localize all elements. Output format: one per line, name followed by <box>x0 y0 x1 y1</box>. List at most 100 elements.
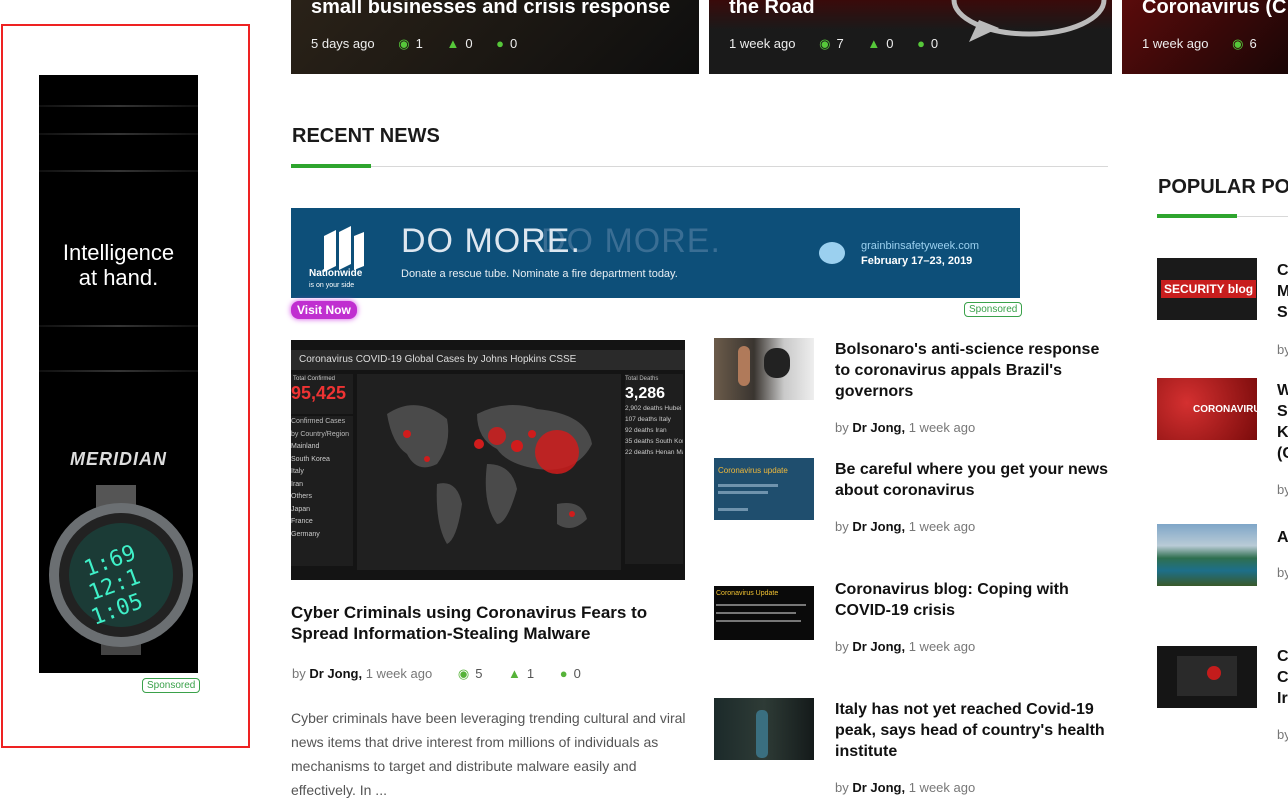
eye-icon: ◉ <box>819 36 831 51</box>
ad-dates: February 17–23, 2019 <box>861 255 973 267</box>
total-deaths-panel: Total Deaths 3,286 2,902 deaths Hubei Ma… <box>625 374 683 564</box>
sponsored-badge: Sponsored <box>142 678 201 693</box>
article-thumbnail[interactable] <box>714 338 814 400</box>
country-row: South Korea <box>291 455 330 463</box>
thumbnail-line <box>718 508 748 511</box>
section-divider <box>291 166 1108 167</box>
views-count: 7 <box>836 36 844 51</box>
author-link[interactable]: Dr Jong, <box>309 666 362 681</box>
top-card-title[interactable]: small businesses and crisis response <box>311 0 670 19</box>
article-title[interactable]: Cyber Criminals using Coronavirus Fears … <box>291 602 691 644</box>
ad-headline-line: at hand. <box>78 265 159 290</box>
author-link[interactable]: Dr Jong, <box>852 780 905 795</box>
total-confirmed-value: 95,425 <box>291 383 347 403</box>
top-card[interactable]: small businesses and crisis response 5 d… <box>291 0 699 74</box>
death-row: 92 deaths Iran <box>625 427 667 434</box>
country-list: Confirmed Cases by Country/Region Mainla… <box>291 416 353 566</box>
top-card-meta: 1 week ago ◉ 6 <box>1142 36 1257 52</box>
thumbnail-caption: SECURITY blog <box>1161 280 1257 298</box>
thumbnail-map-dot <box>1207 666 1221 680</box>
article-byline: by Dr Jong, 1 week ago <box>835 639 975 654</box>
ad-decor <box>39 370 198 372</box>
country-row: Others <box>291 493 313 500</box>
article-title[interactable]: Be careful where you get your news about… <box>835 459 1110 501</box>
article-time: 1 week ago <box>908 639 976 654</box>
ad-headline: Intelligence at hand. <box>39 240 198 290</box>
top-card[interactable]: the Road 1 week ago ◉ 7 ▲ 0 ● 0 <box>709 0 1112 74</box>
section-accent <box>1157 214 1237 218</box>
popular-title[interactable]: C C Ir <box>1277 646 1288 709</box>
ad-url[interactable]: grainbinsafetyweek.com <box>861 240 979 252</box>
article-title[interactable]: Coronavirus blog: Coping with COVID-19 c… <box>835 579 1110 621</box>
popular-thumbnail[interactable] <box>1157 646 1257 708</box>
likes-count: 1 <box>526 666 535 681</box>
ad-subline: Donate a rescue tube. Nominate a fire de… <box>401 268 678 280</box>
byline-prefix: by <box>835 780 849 795</box>
ad-brand-tagline: is on your side <box>309 282 355 289</box>
article-excerpt: Cyber criminals have been leveraging tre… <box>291 710 686 798</box>
eye-icon: ◉ <box>398 36 410 51</box>
death-row: 107 deaths Italy <box>625 416 671 423</box>
thumbnail-line <box>716 604 806 606</box>
popular-thumbnail[interactable]: CORONAVIRUS <box>1157 378 1257 440</box>
country-row: Germany <box>291 530 320 538</box>
article-image[interactable]: Coronavirus COVID-19 Global Cases by Joh… <box>291 340 685 580</box>
article-time: 1 week ago <box>365 666 433 681</box>
vertical-ad[interactable]: Intelligence at hand. MERIDIAN 1:69 12:1… <box>39 75 198 673</box>
top-card-time: 5 days ago <box>311 36 375 51</box>
banner-ad[interactable]: Nationwide is on your side DO MORE. DO M… <box>291 208 1020 298</box>
likes-count: 0 <box>886 36 894 51</box>
popular-thumbnail[interactable]: SECURITY blog <box>1157 258 1257 320</box>
country-list-heading: Confirmed Cases by Country/Region <box>291 418 349 438</box>
watch-image: 1:69 12:1 1:05 <box>49 485 193 655</box>
comments-count: 0 <box>573 666 581 681</box>
country-rows: Mainland South Korea Italy Iran Others Japan F… <box>291 441 353 541</box>
author-link[interactable]: Dr Jong, <box>852 639 905 654</box>
views-count: 5 <box>475 666 483 681</box>
popular-byline: by <box>1277 727 1288 742</box>
byline-prefix: by <box>835 420 849 435</box>
article-title[interactable]: Bolsonaro's anti-science response to cor… <box>835 339 1110 402</box>
country-row: Japan <box>291 505 311 513</box>
death-row: 2,902 deaths Hubei Mainland China <box>625 405 683 412</box>
sponsored-badge: Sponsored <box>964 302 1023 317</box>
security-blog-logo <box>951 0 1107 42</box>
article-title[interactable]: Italy has not yet reached Covid-19 peak,… <box>835 699 1110 762</box>
death-rows: 2,902 deaths Hubei Mainland China 107 dea… <box>625 403 683 458</box>
popular-byline: by <box>1277 565 1288 580</box>
popular-byline: by <box>1277 342 1288 357</box>
article-time: 1 week ago <box>908 519 976 534</box>
thumbs-up-icon: ▲ <box>508 666 521 681</box>
thumbnail-line <box>716 612 796 614</box>
article-thumbnail[interactable] <box>714 698 814 760</box>
views-count: 1 <box>415 36 423 51</box>
top-card[interactable]: Coronavirus (C 1 week ago ◉ 6 <box>1122 0 1288 74</box>
popular-title[interactable]: C M S <box>1277 260 1288 323</box>
article-time: 1 week ago <box>908 780 976 795</box>
byline-prefix: by <box>835 519 849 534</box>
section-title: RECENT NEWS <box>292 125 440 147</box>
section-accent <box>291 164 371 168</box>
country-row: Italy <box>291 468 304 475</box>
popular-title[interactable]: W S K (C <box>1277 380 1288 464</box>
person-figure <box>738 346 750 386</box>
top-card-title[interactable]: the Road <box>729 0 815 19</box>
article-thumbnail[interactable]: Coronavirus Update <box>714 578 814 640</box>
top-card-time: 1 week ago <box>1142 36 1209 51</box>
thumbnail-caption: CORONAVIRUS <box>1193 404 1257 415</box>
article-thumbnail[interactable]: Coronavirus update <box>714 458 814 520</box>
visit-now-button[interactable]: Visit Now <box>291 301 357 319</box>
likes-count: 0 <box>465 36 473 51</box>
thumbnail-caption: Coronavirus update <box>718 466 788 475</box>
author-link[interactable]: Dr Jong, <box>852 420 905 435</box>
author-link[interactable]: Dr Jong, <box>852 519 905 534</box>
thumbnail-line <box>716 620 801 622</box>
popular-thumbnail[interactable] <box>1157 524 1257 586</box>
popular-byline: by <box>1277 482 1288 497</box>
total-deaths-label: Total Deaths <box>625 376 659 382</box>
thumbnail-line <box>718 491 768 494</box>
dashboard-title: Coronavirus COVID-19 Global Cases by Joh… <box>299 354 577 365</box>
top-card-title[interactable]: Coronavirus (C <box>1142 0 1286 19</box>
popular-title[interactable]: A <box>1277 527 1288 548</box>
eye-icon: ◉ <box>457 666 470 681</box>
